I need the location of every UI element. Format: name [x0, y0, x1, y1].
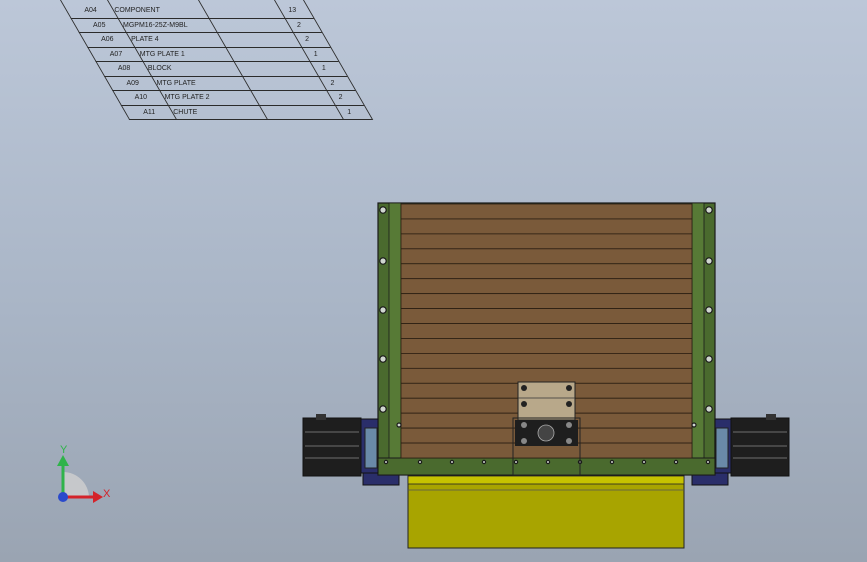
- plank: [400, 233, 693, 250]
- left-cylinder-sensor: [316, 414, 326, 420]
- bolt-icon: [481, 459, 487, 465]
- plank: [400, 263, 693, 280]
- block-hole-4: [566, 401, 572, 407]
- plank: [400, 218, 693, 235]
- right-cylinder-rod: [715, 427, 729, 469]
- x-axis-arrow-icon: [93, 491, 103, 503]
- x-axis-label: X: [103, 488, 111, 500]
- axis-triad[interactable]: Y X: [57, 444, 111, 503]
- center-cylinder-port-2: [566, 422, 572, 428]
- right-cylinder[interactable]: [730, 417, 790, 477]
- bolt-icon: [513, 459, 519, 465]
- bolt-icon: [417, 459, 423, 465]
- bolt-icon: [396, 422, 402, 428]
- bolt-icon: [545, 459, 551, 465]
- left-cylinder[interactable]: [302, 417, 362, 477]
- bolt-icon: [673, 459, 679, 465]
- y-axis-arrow-icon: [57, 455, 69, 466]
- bolt-icon: [609, 459, 615, 465]
- bolt-icon: [705, 405, 713, 413]
- bolt-icon: [705, 206, 713, 214]
- plank: [400, 323, 693, 339]
- block-hole-2: [566, 385, 572, 391]
- z-axis-dot-icon: [58, 492, 68, 502]
- center-cylinder-rod: [537, 424, 555, 442]
- plank: [400, 203, 693, 220]
- plank: [400, 338, 693, 354]
- center-cylinder-port-1: [521, 422, 527, 428]
- bolt-icon: [379, 206, 387, 214]
- plank: [400, 308, 693, 324]
- block-hole-3: [521, 401, 527, 407]
- bolt-icon: [449, 459, 455, 465]
- assembly-drawing[interactable]: Y X: [0, 0, 867, 562]
- triad-shadow: [63, 472, 89, 497]
- bolt-icon: [379, 405, 387, 413]
- bolt-icon: [705, 306, 713, 314]
- plank: [400, 367, 693, 384]
- cad-viewport[interactable]: A04 COMPONENT 13 A05 MGPM16-25Z-M9BL 2 A06 PLAT…: [0, 0, 867, 562]
- bolt-icon: [705, 355, 713, 363]
- right-cylinder-sensor: [766, 414, 776, 420]
- bolt-icon: [379, 355, 387, 363]
- plank: [400, 353, 693, 369]
- bolt-icon: [383, 459, 389, 465]
- center-cylinder-port-4: [566, 438, 572, 444]
- chute[interactable]: [407, 475, 685, 549]
- plank: [400, 248, 693, 265]
- chute-lip: [407, 475, 685, 485]
- plank: [400, 278, 693, 295]
- bolt-icon: [691, 422, 697, 428]
- bolt-icon: [705, 459, 711, 465]
- bolt-icon: [379, 306, 387, 314]
- bolt-icon: [641, 459, 647, 465]
- y-axis-label: Y: [60, 444, 68, 456]
- left-cylinder-rod: [364, 427, 378, 469]
- bolt-icon: [705, 257, 713, 265]
- block-hole-1: [521, 385, 527, 391]
- plank: [400, 293, 693, 309]
- center-cylinder-port-3: [521, 438, 527, 444]
- bolt-icon: [379, 257, 387, 265]
